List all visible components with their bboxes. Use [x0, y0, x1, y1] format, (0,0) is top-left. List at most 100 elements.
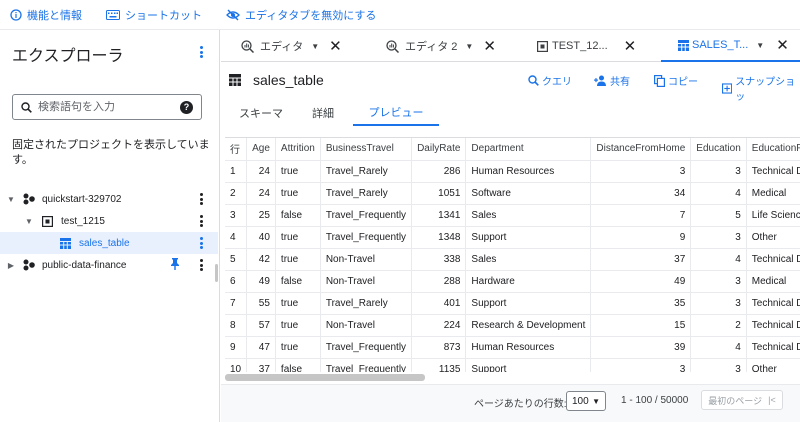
- tree-item-public-data-finance[interactable]: ▶ public-data-finance: [0, 254, 218, 276]
- tab-editor[interactable]: エディタ ▼ ✕: [241, 30, 342, 62]
- grid-horizontal-scrollbar[interactable]: [225, 374, 425, 381]
- query-button[interactable]: クエリ: [528, 73, 572, 88]
- table-cell: 3: [690, 292, 747, 315]
- pin-icon[interactable]: [170, 258, 180, 270]
- explorer-more-icon[interactable]: [195, 44, 207, 60]
- column-header: Age: [246, 138, 276, 161]
- tree-item-more-icon[interactable]: [195, 213, 207, 229]
- table-row: 3 25 false Travel_Frequently 1341 Sales 7 5 Life…: [225, 204, 800, 227]
- tab-label: エディタ: [260, 41, 304, 53]
- table-cell: Travel_Rarely: [320, 292, 413, 315]
- pinned-projects-message: 固定されたプロジェクトを表示しています。: [12, 139, 210, 166]
- table-cell: 4: [690, 336, 747, 359]
- table-cell: 3: [690, 270, 747, 293]
- close-icon[interactable]: ✕: [624, 37, 637, 55]
- project-icon: [23, 259, 35, 271]
- info-features-label: 機能と情報: [27, 9, 82, 22]
- tree-item-quickstart[interactable]: ▼ quickstart-329702: [0, 188, 218, 210]
- first-page-button[interactable]: 最初のページ |<: [701, 390, 783, 410]
- tab-test-1215[interactable]: TEST_12... ✕: [537, 30, 636, 62]
- table-cell: Travel_Frequently: [320, 204, 413, 227]
- help-icon[interactable]: ?: [180, 101, 193, 114]
- table-cell: Travel_Frequently: [320, 336, 413, 359]
- tab-editor-2[interactable]: エディタ 2 ▼ ✕: [386, 30, 496, 62]
- caret-right-icon[interactable]: ▶: [6, 261, 16, 270]
- search-icon: [21, 101, 32, 113]
- tree-item-label: sales_table: [79, 237, 130, 249]
- person-add-icon: [594, 75, 606, 86]
- rows-per-page-select[interactable]: 100 ▼: [566, 391, 606, 411]
- tab-dropdown-icon[interactable]: ▼: [465, 42, 473, 51]
- close-icon[interactable]: ✕: [329, 37, 342, 55]
- table-cell: Travel_Rarely: [320, 160, 413, 183]
- share-label: 共有: [610, 77, 630, 88]
- tree-item-more-icon[interactable]: [195, 191, 207, 207]
- copy-button[interactable]: コピー: [654, 73, 698, 88]
- snapshot-label: スナップショッ: [735, 77, 796, 103]
- table-cell: 34: [590, 182, 692, 205]
- tab-preview[interactable]: プレビュー: [353, 100, 439, 126]
- caret-down-icon[interactable]: ▼: [6, 195, 16, 204]
- info-features-button[interactable]: 機能と情報: [10, 7, 82, 23]
- explorer-panel: エクスプローラ ? 固定されたプロジェクトを表示しています。 ▼ quickst…: [0, 30, 220, 422]
- tab-schema[interactable]: スキーマ: [235, 100, 287, 126]
- table-cell: 1051: [411, 182, 467, 205]
- disable-editor-tabs-button[interactable]: エディタタブを無効にする: [226, 7, 376, 23]
- table-cell: 9: [225, 336, 248, 359]
- tab-label: エディタ 2: [405, 41, 458, 53]
- disable-editor-tabs-label: エディタタブを無効にする: [245, 9, 377, 22]
- table-header-row: 行 Age Attrition BusinessTravel DailyRate…: [225, 138, 800, 161]
- share-button[interactable]: 共有: [594, 73, 630, 88]
- tree-item-more-icon[interactable]: [195, 257, 207, 273]
- table-cell: Life Sciences: [746, 204, 800, 227]
- table-cell: 1341: [411, 204, 467, 227]
- table-cell: 10: [225, 358, 248, 372]
- search-input[interactable]: [38, 101, 168, 113]
- tab-dropdown-icon[interactable]: ▼: [311, 42, 319, 51]
- table-cell: Non-Travel: [320, 248, 413, 271]
- table-cell: Technical Degre: [746, 292, 800, 315]
- table-cell: true: [275, 226, 321, 249]
- table-cell: 338: [411, 248, 467, 271]
- copy-icon: [654, 74, 665, 87]
- table-cell: 7: [225, 292, 248, 315]
- column-header: Education: [690, 138, 747, 161]
- tab-dropdown-icon[interactable]: ▼: [756, 41, 764, 50]
- table-icon: [229, 74, 241, 86]
- close-icon[interactable]: ✕: [483, 37, 496, 55]
- tree-item-test-1215[interactable]: ▼ test_1215: [0, 210, 218, 232]
- tree-item-more-icon[interactable]: [195, 235, 207, 251]
- table-cell: 39: [590, 336, 692, 359]
- table-cell: Travel_Frequently: [320, 358, 413, 372]
- table-cell: Other: [746, 358, 800, 372]
- shortcuts-button[interactable]: ショートカット: [106, 7, 202, 23]
- table-cell: 4: [225, 226, 248, 249]
- table-cell: 9: [590, 226, 692, 249]
- table-cell: 5: [225, 248, 248, 271]
- tab-sales-table[interactable]: SALES_T... ▼ ✕: [661, 30, 800, 62]
- visibility-off-icon: [226, 9, 240, 20]
- column-header: DistanceFromHome: [590, 138, 692, 161]
- table-cell: Other: [746, 226, 800, 249]
- explorer-scrollbar[interactable]: [215, 264, 218, 282]
- close-icon[interactable]: ✕: [776, 36, 789, 54]
- rows-per-page-value: 100: [572, 395, 589, 407]
- search-box[interactable]: ?: [12, 94, 202, 120]
- tab-details[interactable]: 詳細: [303, 100, 343, 126]
- query-icon: [241, 39, 254, 53]
- table-cell: 57: [246, 314, 276, 337]
- table-cell: true: [275, 292, 321, 315]
- pagination-range: 1 - 100 / 50000: [621, 395, 689, 406]
- table-cell: 288: [411, 270, 467, 293]
- caret-down-icon[interactable]: ▼: [24, 217, 34, 226]
- chevron-down-icon: ▼: [592, 396, 600, 406]
- table-cell: Software: [465, 182, 592, 205]
- table-cell: 3: [590, 160, 692, 183]
- tree-item-sales-table[interactable]: sales_table: [0, 232, 218, 254]
- table-cell: 1135: [411, 358, 467, 372]
- tree-item-label: quickstart-329702: [42, 193, 122, 205]
- keyboard-icon: [106, 9, 120, 20]
- table-cell: 5: [690, 204, 747, 227]
- snapshot-button[interactable]: スナップショッ: [722, 73, 800, 103]
- table-cell: true: [275, 336, 321, 359]
